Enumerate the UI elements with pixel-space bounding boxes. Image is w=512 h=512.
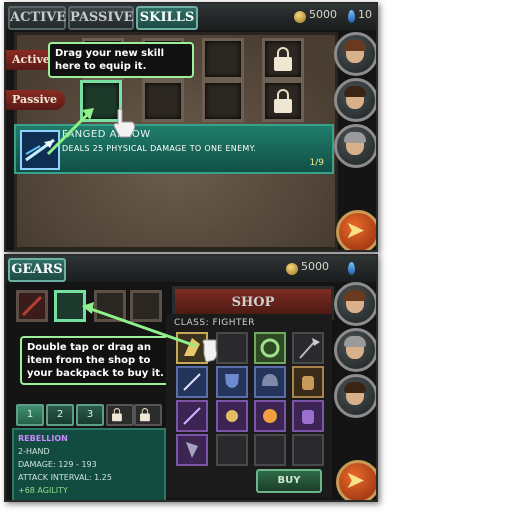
hero-portrait-3-button[interactable] bbox=[334, 124, 376, 168]
hero-portrait-2-button[interactable] bbox=[334, 328, 376, 372]
gears-screen: GEARS 5000 Double tap or drag an item fr… bbox=[4, 254, 378, 502]
hero-portrait-1-button[interactable] bbox=[334, 282, 376, 326]
drag-hint-arrow bbox=[82, 302, 197, 348]
skills-screen: ACTIVE PASSIVE SKILLS 5000 10 Active Pas… bbox=[4, 2, 378, 252]
pointing-hand-icon bbox=[202, 336, 228, 366]
back-arrow-icon: ➤ bbox=[345, 216, 366, 244]
back-arrow-icon: ➤ bbox=[345, 466, 366, 494]
hero-portrait-1-button[interactable] bbox=[334, 32, 376, 76]
hero-portrait-3-button[interactable] bbox=[334, 374, 376, 418]
drag-hint-arrow bbox=[46, 108, 94, 156]
pointing-hand-icon bbox=[112, 108, 138, 138]
hero-portrait-2-button[interactable] bbox=[334, 78, 376, 122]
back-button[interactable]: ➤ bbox=[336, 460, 376, 500]
back-button[interactable]: ➤ bbox=[336, 210, 376, 250]
